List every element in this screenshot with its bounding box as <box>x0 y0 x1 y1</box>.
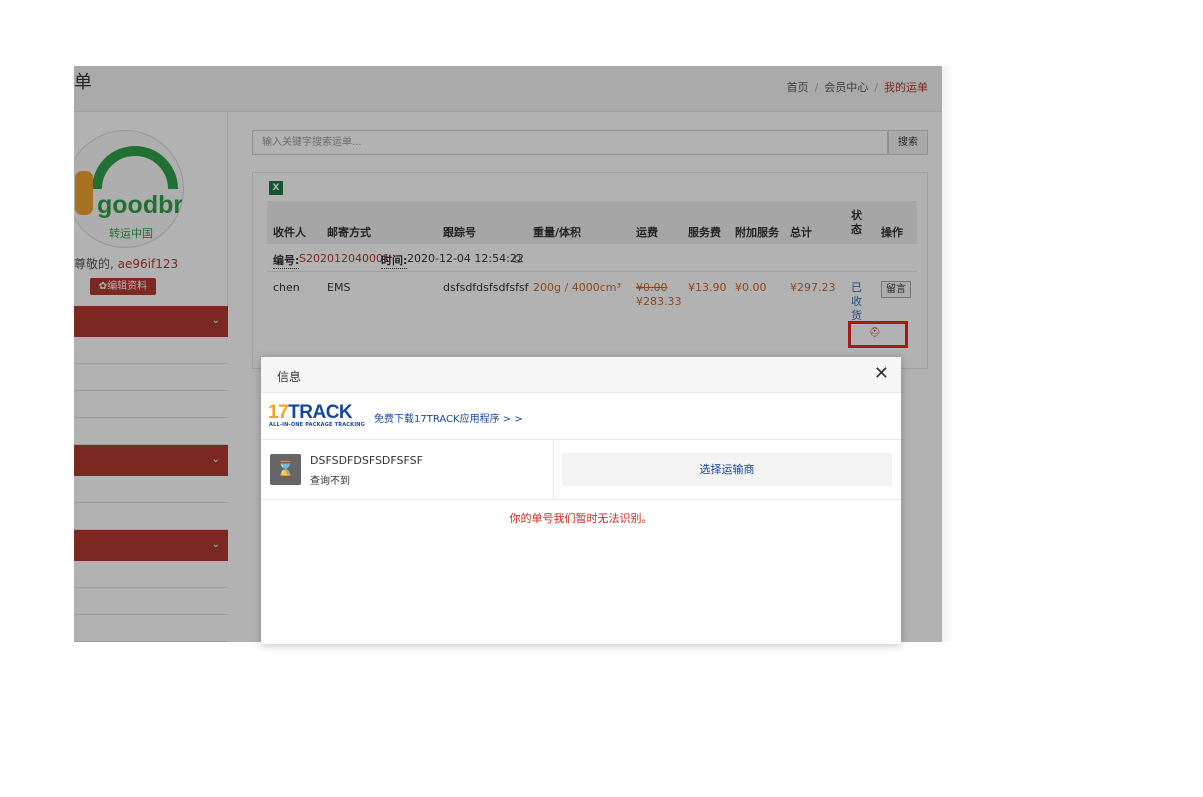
hourglass-icon: ⌛ <box>270 454 301 485</box>
brand-word: TRACK <box>288 402 353 423</box>
close-icon[interactable]: ✕ <box>874 363 889 384</box>
info-dialog: 信息 ✕ 17TRACK ALL-IN-ONE PACKAGE TRACKING… <box>261 357 901 644</box>
error-message: 你的单号我们暂时无法识别。 <box>509 512 653 525</box>
tracking-result-row: ⌛ DSFSDFDSFSDFSFSF 查询不到 选择运输商 <box>261 440 901 500</box>
brand-number: 17 <box>268 402 289 423</box>
brand-row: 17TRACK ALL-IN-ONE PACKAGE TRACKING 免费下载… <box>261 393 901 440</box>
tracking-number-result: DSFSDFDSFSDFSFSF <box>310 454 423 467</box>
dialog-header: 信息 ✕ <box>261 357 901 393</box>
brand-tagline: ALL-IN-ONE PACKAGE TRACKING <box>269 422 366 428</box>
shadow-strip <box>942 66 954 642</box>
download-app-link[interactable]: 免费下载17TRACK应用程序 > > <box>374 410 523 425</box>
17track-logo[interactable]: 17TRACK <box>268 402 353 424</box>
tracking-status: 查询不到 <box>310 476 350 487</box>
select-carrier-button[interactable]: 选择运输商 <box>562 453 892 486</box>
dialog-title: 信息 <box>277 370 302 384</box>
divider <box>553 440 554 500</box>
